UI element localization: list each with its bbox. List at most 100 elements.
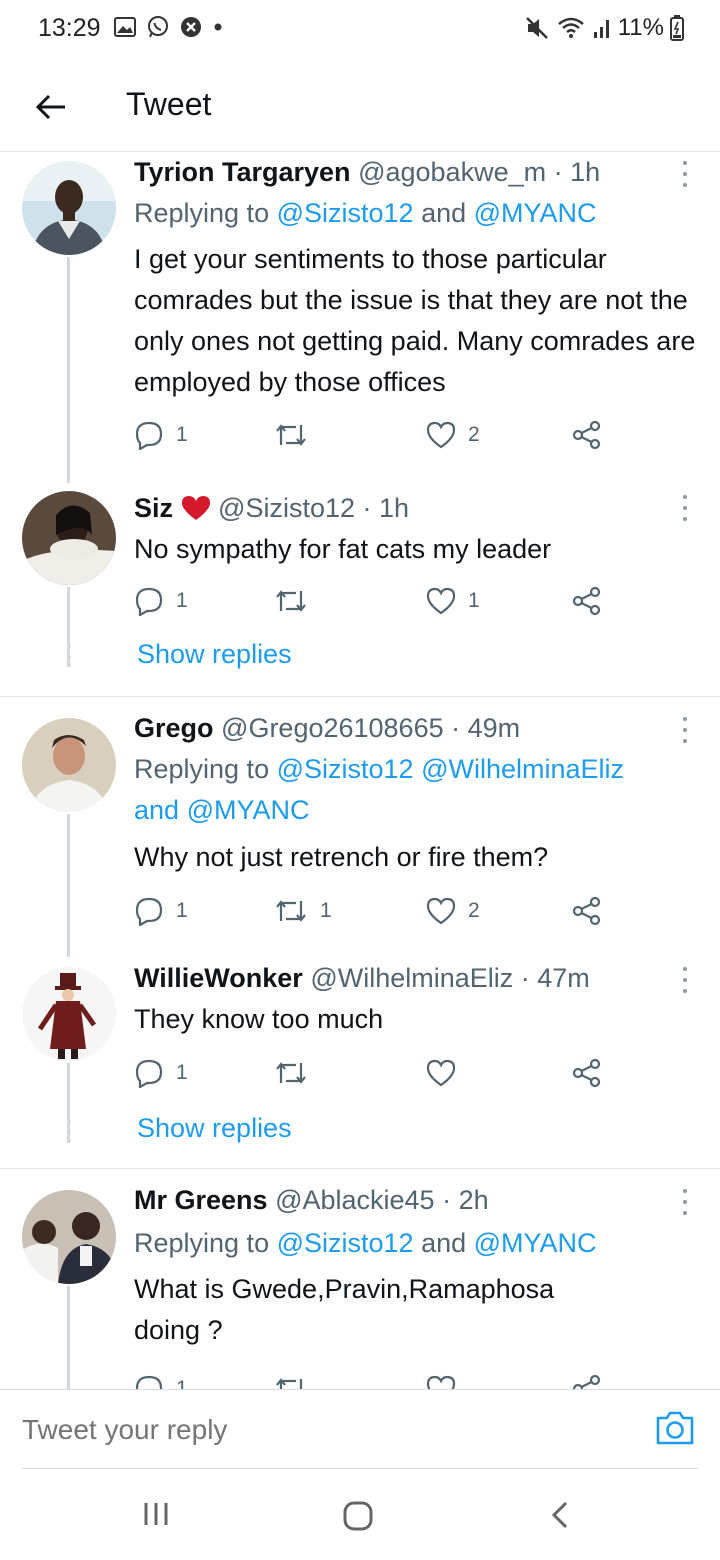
avatar[interactable] [22,967,116,1061]
nav-back-button[interactable] [548,1500,572,1535]
share-button[interactable] [572,1053,602,1093]
camera-button[interactable] [654,1410,696,1451]
shield-x-icon [181,17,201,37]
tweet-3[interactable]: Grego @Grego26108665 · 49m Replying to @… [0,709,720,957]
like-button[interactable]: 1 [426,581,480,621]
share-button[interactable] [572,891,602,931]
timestamp: · 1h [546,157,601,187]
replying-to: Replying to @Sizisto12 and @MYANC [134,198,597,228]
retweet-button[interactable]: 1 [274,891,332,931]
avatar[interactable] [22,1190,116,1284]
tweet-actions: 1 1 [134,581,614,621]
retweet-button[interactable] [274,1053,320,1093]
avatar[interactable] [22,718,116,812]
tweet-actions: 1 1 2 [134,891,614,931]
back-button[interactable] [28,84,74,130]
like-button[interactable] [426,1369,468,1389]
mute-icon [525,17,548,39]
handle[interactable]: @Ablackie45 [275,1185,435,1215]
display-name[interactable]: Siz [134,493,173,523]
recent-apps-button[interactable] [142,1500,170,1533]
tweet-5[interactable]: Mr Greens @Ablackie45 · 2h Replying to @… [0,1181,720,1389]
tweet-text: I get your sentiments to those particula… [134,244,696,397]
like-button[interactable]: 2 [426,415,480,455]
more-options-button[interactable] [680,717,690,743]
more-options-button[interactable] [680,967,690,993]
dot-icon [214,23,222,31]
display-name[interactable]: Tyrion Targaryen [134,157,351,187]
display-name[interactable]: WillieWonker [134,963,303,993]
timestamp: · 1h [355,493,410,523]
display-name[interactable]: Grego [134,713,214,743]
mention-link[interactable]: @MYANC [474,198,597,228]
divider [0,1168,720,1169]
mention-link[interactable]: @Sizisto12 [277,754,414,784]
mention-link[interactable]: @Sizisto12 [277,198,414,228]
like-button[interactable] [426,1053,468,1093]
gallery-icon [114,17,136,37]
like-count: 2 [468,423,480,446]
retweet-icon [276,900,306,922]
display-name[interactable]: Mr Greens [134,1185,268,1215]
red-heart-emoji-icon [181,496,210,520]
reply-feed[interactable]: Tyrion Targaryen @agobakwe_m · 1h Replyi… [0,153,720,1389]
thread-line [67,1286,70,1389]
handle[interactable]: @WilhelminaEliz [310,963,513,993]
tweet-header: WillieWonker @WilhelminaEliz · 47m [134,963,590,994]
more-options-button[interactable] [680,495,690,521]
reply-button[interactable]: 1 [134,415,188,455]
share-icon [572,1058,601,1088]
reply-input[interactable] [22,1414,622,1446]
tweet-4[interactable]: WillieWonker @WilhelminaEliz · 47m They … [0,957,720,1168]
reply-icon [135,1059,163,1088]
tweet-1[interactable]: Tyrion Targaryen @agobakwe_m · 1h Replyi… [0,153,720,483]
heart-icon [426,587,456,615]
tweet-actions: 1 [134,1053,614,1093]
replying-to: Replying to @Sizisto12 @WilhelminaEliz an… [134,754,625,825]
avatar[interactable] [22,161,116,255]
share-button[interactable] [572,1369,602,1389]
android-nav-bar [0,1470,720,1560]
tweet-header: Grego @Grego26108665 · 49m [134,713,520,744]
heart-icon [426,1059,456,1087]
divider [0,696,720,697]
handle[interactable]: @Sizisto12 [218,493,355,523]
like-button[interactable]: 2 [426,891,480,931]
reply-button[interactable]: 1 [134,581,188,621]
share-button[interactable] [572,415,602,455]
mention-link[interactable]: @MYANC [187,795,310,825]
retweet-count: 1 [320,899,332,922]
home-icon [343,1501,373,1531]
handle[interactable]: @Grego26108665 [221,713,444,743]
back-icon [551,1501,568,1529]
reply-underline [22,1468,698,1469]
retweet-button[interactable] [274,415,320,455]
retweet-icon [276,424,306,446]
page-title: Tweet [126,86,212,122]
avatar[interactable] [22,491,116,585]
show-replies-link[interactable]: Show replies [137,1113,292,1144]
handle[interactable]: @agobakwe_m [358,157,546,187]
reply-count: 1 [176,1377,188,1389]
reply-icon [135,587,163,616]
share-button[interactable] [572,581,602,621]
share-icon [572,896,601,926]
share-icon [572,586,601,616]
mention-link[interactable]: @Sizisto12 [277,1228,414,1258]
tweet-header: Mr Greens @Ablackie45 · 2h [134,1185,489,1216]
reply-count: 1 [176,1061,188,1084]
show-replies-link[interactable]: Show replies [137,639,292,670]
mention-link[interactable]: @MYANC [474,1228,597,1258]
reply-button[interactable]: 1 [134,891,188,931]
home-button[interactable] [342,1500,374,1537]
retweet-button[interactable] [274,1369,320,1389]
tweet-text: What is Gwede,Pravin,Ramaphosa doing ? [134,1274,555,1345]
more-options-button[interactable] [680,1189,690,1215]
mention-link[interactable]: @WilhelminaEliz [421,754,624,784]
reply-button[interactable]: 1 [134,1369,188,1389]
retweet-button[interactable] [274,581,320,621]
thread-continuation-dots [66,1120,72,1142]
reply-button[interactable]: 1 [134,1053,188,1093]
more-options-button[interactable] [680,161,690,187]
tweet-2[interactable]: Siz @Sizisto12 · 1h No sympathy for fat … [0,483,720,696]
